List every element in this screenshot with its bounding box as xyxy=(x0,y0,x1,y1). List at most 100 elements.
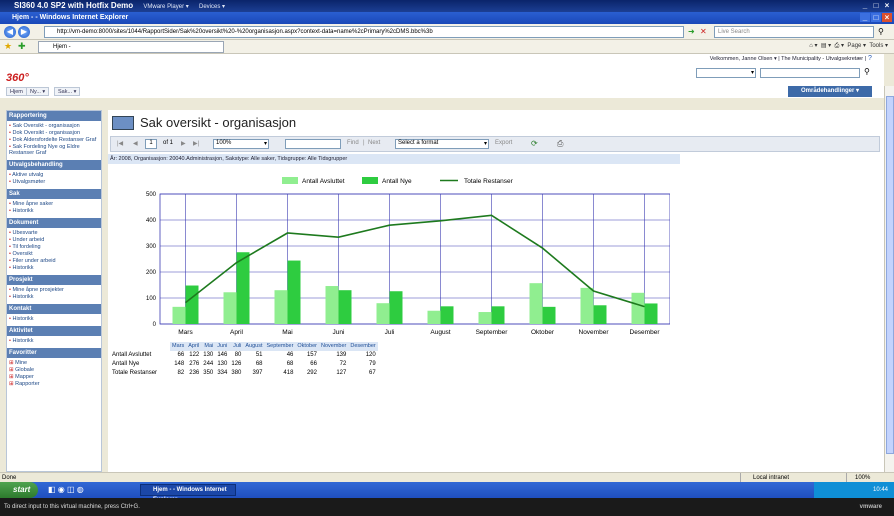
table-cell: 67 xyxy=(369,370,376,376)
table-header-row: Mars April Mai Juni Juli August September Oktob… xyxy=(110,342,378,351)
tab-hjem[interactable]: Hjem - xyxy=(38,41,224,53)
sidebar-item[interactable]: • Utvalgsmøter xyxy=(7,179,101,186)
sidebar-item[interactable]: • Sak Fordeling Nye og Eldre Restanser G… xyxy=(7,144,101,157)
tools-menu[interactable]: Tools ▾ xyxy=(869,43,888,49)
vm-close-icon[interactable]: × xyxy=(882,1,892,10)
ie-minimize-icon[interactable]: _ xyxy=(860,13,870,22)
page-menu[interactable]: Page ▾ xyxy=(847,43,866,49)
find-input[interactable] xyxy=(285,139,341,149)
sidebar-item[interactable]: • Historikk xyxy=(7,338,101,345)
table-cell: 334 xyxy=(217,370,228,376)
sidebar-item[interactable]: ⊞ Rapporter xyxy=(7,381,101,388)
nav-sak[interactable]: Sak... ▾ xyxy=(54,87,81,96)
report-toolbar: |◀ ◀ 1 of 1 ▶ ▶| 100% ▾ Find | Next Selec… xyxy=(110,136,880,152)
site-search-input[interactable] xyxy=(760,68,860,78)
sidebar-item[interactable]: • Historikk xyxy=(7,265,101,272)
next-link[interactable]: Next xyxy=(368,140,380,146)
back-icon[interactable]: ◀ xyxy=(4,26,16,38)
prev-page-icon[interactable]: ◀ xyxy=(133,140,138,147)
forward-icon[interactable]: ▶ xyxy=(18,26,30,38)
bar-avsluttet xyxy=(223,292,237,324)
sidebar-item[interactable]: • Filer under arbeid xyxy=(7,258,101,265)
table-cell: 276 xyxy=(189,361,200,367)
table-row-label: Antall Avsluttet xyxy=(112,352,152,358)
sidebar-section-header[interactable]: Aktivitet xyxy=(7,326,101,336)
sidebar-item-label: Historikk xyxy=(12,316,34,322)
sidebar-item[interactable]: • Mine åpne prosjekter xyxy=(7,287,101,294)
sidebar-item-label: Oversikt xyxy=(12,251,33,257)
sidebar-item[interactable]: • Historikk xyxy=(7,294,101,301)
page-number-input[interactable]: 1 xyxy=(145,139,157,149)
sidebar-item-label: Mapper xyxy=(15,374,34,380)
sidebar-item[interactable]: • Historikk xyxy=(7,208,101,215)
sidebar-item[interactable]: • Mine åpne saker xyxy=(7,201,101,208)
stop-icon[interactable]: ✕ xyxy=(700,27,707,36)
address-input[interactable]: http://vm-demo:8000/sites/1044/RapportSi… xyxy=(44,26,684,38)
vm-devices-menu[interactable]: Devices ▾ xyxy=(199,4,225,10)
ie-maximize-icon[interactable]: □ xyxy=(871,13,881,22)
quicklaunch-icon[interactable]: ◧ ◉ ◫ ◍ xyxy=(48,485,84,494)
site-search-icon[interactable]: ⚲ xyxy=(864,67,870,76)
sidebar-item[interactable]: • Aktive utvalg xyxy=(7,172,101,179)
sidebar-section-header[interactable]: Favoritter xyxy=(7,348,101,358)
last-page-icon[interactable]: ▶| xyxy=(193,140,199,147)
sidebar-section-header[interactable]: Rapportering xyxy=(7,111,101,121)
sidebar-item[interactable]: • Oversikt xyxy=(7,251,101,258)
feeds-icon[interactable]: ▤ ▾ xyxy=(821,43,831,49)
sidebar-item[interactable]: ⊞ Mapper xyxy=(7,374,101,381)
taskbar-ie-window[interactable]: Hjem - - Windows Internet Explorer xyxy=(140,484,236,503)
first-page-icon[interactable]: |◀ xyxy=(117,140,123,147)
search-icon[interactable]: ⚲ xyxy=(878,27,884,36)
table-column-header: Oktober xyxy=(295,342,319,351)
favorites-star-icon[interactable]: ★ xyxy=(4,41,12,52)
go-icon[interactable]: ➜ xyxy=(688,27,695,36)
export-link[interactable]: Export xyxy=(495,140,512,146)
table-cell: 130 xyxy=(203,352,214,358)
scrollbar-thumb[interactable] xyxy=(886,96,894,454)
print-report-icon[interactable]: ⎙ xyxy=(557,139,563,149)
scope-select[interactable]: ▾ xyxy=(696,68,756,78)
find-link[interactable]: Find xyxy=(347,140,359,146)
sidebar-section-header[interactable]: Kontakt xyxy=(7,304,101,314)
sidebar-item[interactable]: • Historikk xyxy=(7,316,101,323)
sidebar-item-label: Dok Aldersfordelte Restanser Graf xyxy=(12,137,97,143)
vm-player-menu[interactable]: VMware Player ▾ xyxy=(143,4,188,10)
sidebar-section-header[interactable]: Prosjekt xyxy=(7,275,101,285)
zoom-select[interactable]: 100% ▾ xyxy=(213,139,269,149)
vm-minimize-icon[interactable]: _ xyxy=(860,1,870,10)
nav-ny[interactable]: Ny... ▾ xyxy=(26,87,50,96)
sidebar-item[interactable]: • Under arbeid xyxy=(7,237,101,244)
add-favorites-icon[interactable]: ✚ xyxy=(18,41,26,52)
nav-hjem[interactable]: Hjem xyxy=(6,87,27,96)
area-actions-button[interactable]: Områdehandlinger ▾ xyxy=(788,86,872,97)
sidebar-item-label: Mine åpne saker xyxy=(12,201,54,207)
start-button[interactable]: start xyxy=(0,482,38,498)
sidebar-item[interactable]: • Sak Oversikt - organisasjon xyxy=(7,123,101,130)
sidebar-item[interactable]: ⊞ Mine xyxy=(7,360,101,367)
print-icon[interactable]: ⎙ ▾ xyxy=(835,43,844,49)
help-icon[interactable]: ? xyxy=(868,55,872,62)
table-column-header: November xyxy=(318,342,349,351)
sidebar-item[interactable]: • Til fordeling xyxy=(7,244,101,251)
next-page-icon[interactable]: ▶ xyxy=(181,140,186,147)
live-search-input[interactable]: Live Search xyxy=(714,26,874,38)
x-tick-label: August xyxy=(430,329,450,336)
refresh-icon[interactable]: ⟳ xyxy=(531,139,538,148)
ie-close-icon[interactable]: × xyxy=(882,13,892,22)
page-scrollbar[interactable] xyxy=(884,86,894,472)
table-cell: 127 xyxy=(336,370,347,376)
x-tick-label: Desember xyxy=(630,329,661,336)
home-icon[interactable]: ⌂ ▾ xyxy=(809,43,817,49)
sidebar-section-header[interactable]: Sak xyxy=(7,189,101,199)
sidebar-section-header[interactable]: Dokument xyxy=(7,218,101,228)
y-tick-label: 100 xyxy=(146,296,157,302)
vm-title: SI360 4.0 SP2 with Hotfix Demo xyxy=(14,1,134,10)
welcome-text[interactable]: Velkommen, Janne Olsen ▾ | The Municipal… xyxy=(710,56,866,62)
sidebar-item[interactable]: ⊞ Globale xyxy=(7,367,101,374)
format-select[interactable]: Select a format ▾ xyxy=(395,139,489,149)
vm-maximize-icon[interactable]: □ xyxy=(871,1,881,10)
sidebar-item[interactable]: • Dok Oversikt - organisasjon xyxy=(7,130,101,137)
sidebar-item[interactable]: • Ubesvarte xyxy=(7,230,101,237)
sidebar-item[interactable]: • Dok Aldersfordelte Restanser Graf xyxy=(7,137,101,144)
sidebar-section-header[interactable]: Utvalgsbehandling xyxy=(7,160,101,170)
